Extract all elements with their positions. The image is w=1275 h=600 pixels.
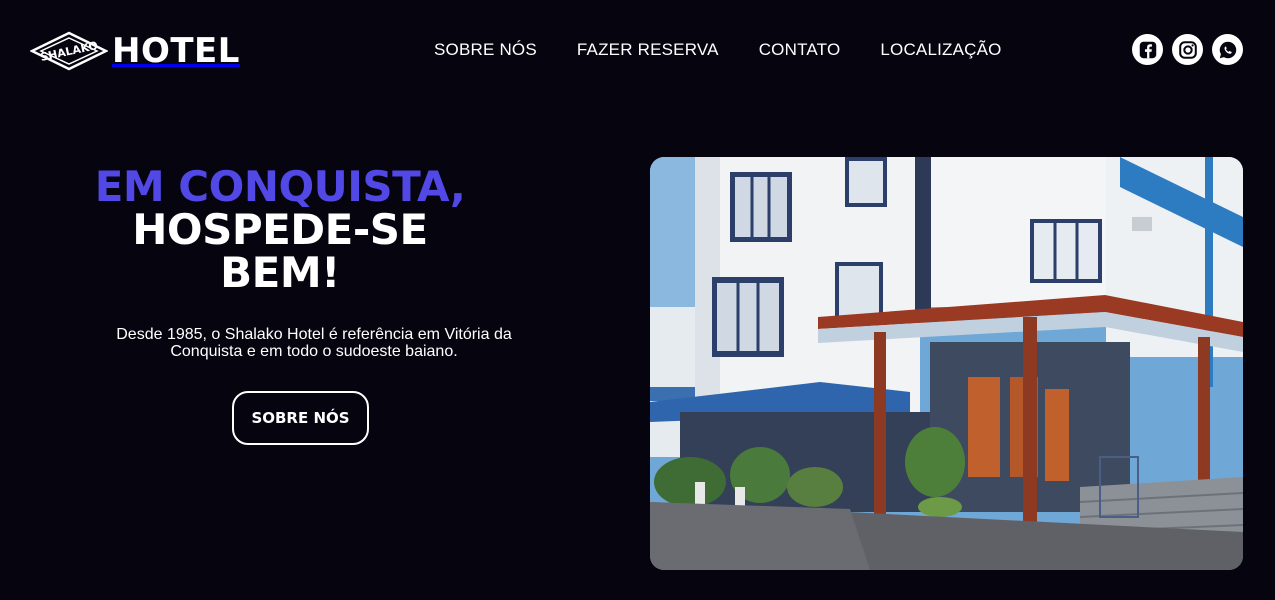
site-header: SHALAKO HOTEL SOBRE NÓS FAZER RESERVA CO… bbox=[0, 0, 1275, 100]
main-nav: SOBRE NÓS FAZER RESERVA CONTATO LOCALIZA… bbox=[434, 40, 1002, 60]
hero-title-line-2: HOSPEDE-SE bbox=[132, 205, 428, 254]
nav-localizacao[interactable]: LOCALIZAÇÃO bbox=[880, 40, 1001, 60]
social-links bbox=[1132, 34, 1243, 65]
hero-heading: EM CONQUISTA, HOSPEDE-SE BEM! bbox=[60, 165, 500, 294]
hotel-building-photo bbox=[650, 157, 1243, 570]
hero-description: Desde 1985, o Shalako Hotel é referência… bbox=[116, 326, 512, 360]
logo-wordmark: HOTEL bbox=[112, 31, 240, 71]
hotel-building-illustration bbox=[650, 157, 1243, 570]
sobre-nos-button[interactable]: SOBRE NÓS bbox=[232, 391, 369, 445]
instagram-icon[interactable] bbox=[1172, 34, 1203, 65]
nav-sobre-nos[interactable]: SOBRE NÓS bbox=[434, 40, 537, 60]
hero-title: EM CONQUISTA, HOSPEDE-SE BEM! bbox=[60, 165, 500, 294]
hero-title-accent: EM CONQUISTA, bbox=[94, 162, 466, 211]
nav-contato[interactable]: CONTATO bbox=[759, 40, 841, 60]
facebook-icon[interactable] bbox=[1132, 34, 1163, 65]
whatsapp-icon[interactable] bbox=[1212, 34, 1243, 65]
hero-title-line-3: BEM! bbox=[220, 248, 340, 297]
logo[interactable]: SHALAKO HOTEL bbox=[30, 30, 240, 72]
nav-fazer-reserva[interactable]: FAZER RESERVA bbox=[577, 40, 719, 60]
shalako-logo-mark: SHALAKO bbox=[30, 31, 108, 71]
